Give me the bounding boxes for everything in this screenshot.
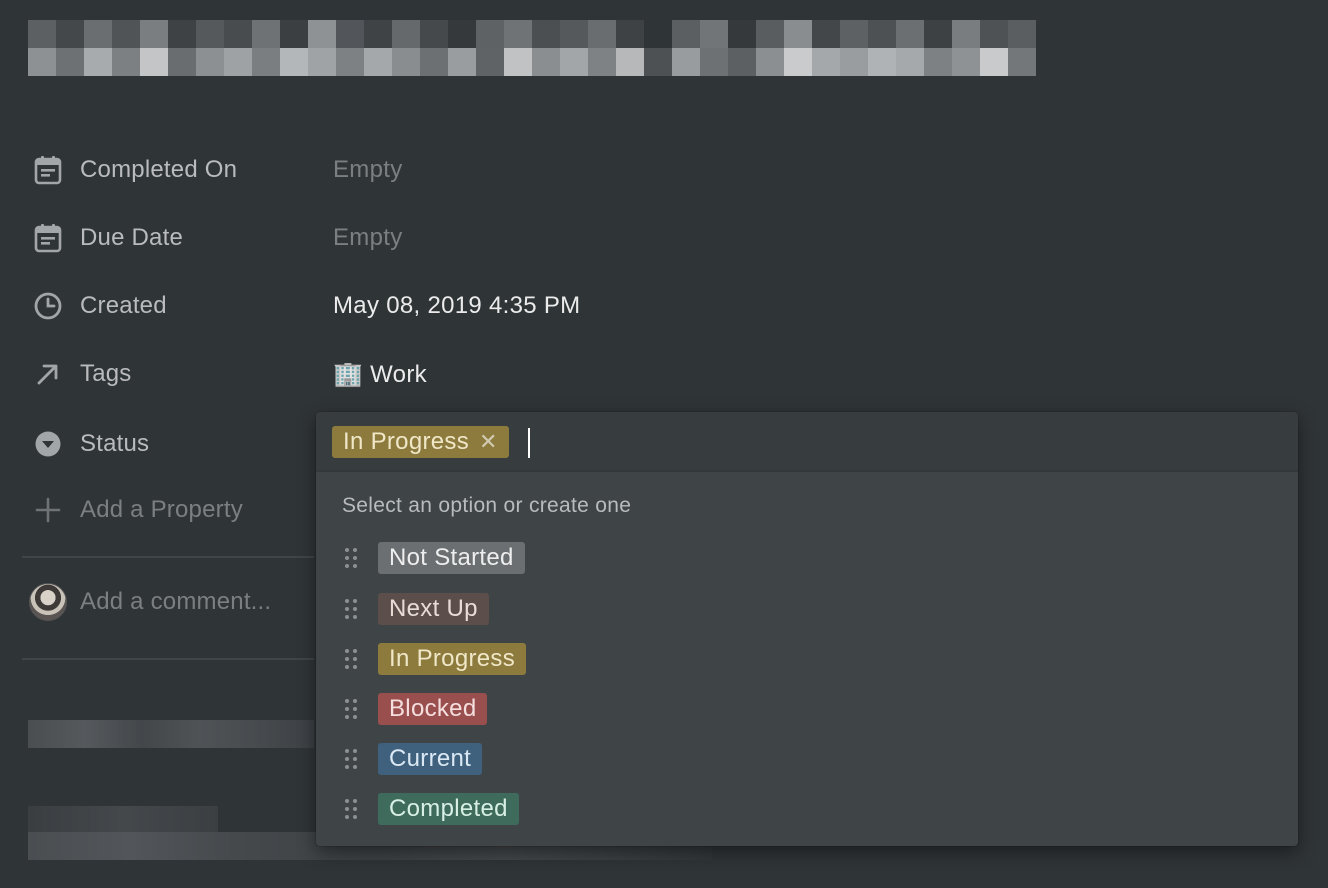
status-option[interactable]: Current: [316, 737, 1298, 781]
redacted-page-title-line-2: [28, 48, 1064, 76]
comment-input-placeholder[interactable]: Add a comment...: [80, 588, 320, 616]
calendar-icon: [28, 150, 68, 190]
property-due-date[interactable]: Due Date Empty: [28, 218, 402, 258]
plus-icon: [28, 490, 68, 530]
add-property-label: Add a Property: [80, 496, 243, 523]
status-chip-in-progress: In Progress: [378, 643, 527, 675]
property-label: Tags: [80, 360, 132, 387]
status-select-dropdown: In Progress ✕ Select an option or create …: [316, 412, 1298, 846]
property-created[interactable]: Created May 08, 2019 4:35 PM: [28, 286, 580, 326]
status-chip-next-up: Next Up: [378, 593, 489, 625]
redacted-content: [28, 720, 314, 748]
status-option[interactable]: Next Up: [316, 587, 1298, 631]
tag-value[interactable]: 🏢 Work: [333, 360, 427, 389]
property-label: Created: [80, 292, 167, 319]
status-option[interactable]: Blocked: [316, 687, 1298, 731]
drag-handle-icon[interactable]: [342, 647, 360, 671]
property-status[interactable]: Status: [28, 424, 332, 464]
redacted-content: [28, 806, 218, 832]
divider: [22, 556, 314, 558]
comment-row[interactable]: Add a comment...: [28, 582, 320, 622]
status-search-input[interactable]: In Progress ✕: [316, 412, 1298, 472]
property-label: Completed On: [80, 156, 238, 183]
user-avatar: [29, 583, 67, 621]
page-properties-panel: Completed On Empty Due Date Empty Create…: [0, 0, 1328, 888]
office-building-emoji: 🏢: [333, 360, 364, 388]
drag-handle-icon[interactable]: [342, 797, 360, 821]
property-label: Status: [80, 430, 150, 457]
arrow-up-right-icon: [28, 354, 68, 394]
property-tags[interactable]: Tags 🏢 Work: [28, 354, 427, 394]
property-value-empty[interactable]: Empty: [333, 224, 403, 252]
status-chip-blocked: Blocked: [378, 693, 488, 725]
add-property-button[interactable]: Add a Property: [28, 490, 332, 530]
calendar-icon: [28, 218, 68, 258]
close-icon[interactable]: ✕: [479, 429, 498, 454]
divider: [22, 658, 314, 660]
chevron-down-circle-icon: [28, 424, 68, 464]
tag-label: Work: [370, 360, 427, 388]
status-chip-completed: Completed: [378, 793, 519, 825]
drag-handle-icon[interactable]: [342, 546, 360, 570]
property-label: Due Date: [80, 224, 183, 251]
status-chip-current: Current: [378, 743, 483, 775]
selected-status-label: In Progress: [343, 428, 470, 455]
text-cursor: [528, 428, 530, 458]
status-option[interactable]: Not Started: [316, 536, 1298, 580]
dropdown-hint: Select an option or create one: [342, 494, 632, 517]
status-option[interactable]: In Progress: [316, 637, 1298, 681]
drag-handle-icon[interactable]: [342, 747, 360, 771]
property-completed-on[interactable]: Completed On Empty: [28, 150, 402, 190]
property-value-created: May 08, 2019 4:35 PM: [333, 292, 581, 319]
property-value-empty[interactable]: Empty: [333, 156, 403, 184]
status-chip-not-started: Not Started: [378, 542, 525, 574]
clock-icon: [28, 286, 68, 326]
selected-status-chip: In Progress ✕: [332, 426, 509, 458]
redacted-page-title: [28, 20, 1064, 48]
avatar: [28, 582, 68, 622]
drag-handle-icon[interactable]: [342, 597, 360, 621]
drag-handle-icon[interactable]: [342, 697, 360, 721]
status-option[interactable]: Completed: [316, 787, 1298, 831]
